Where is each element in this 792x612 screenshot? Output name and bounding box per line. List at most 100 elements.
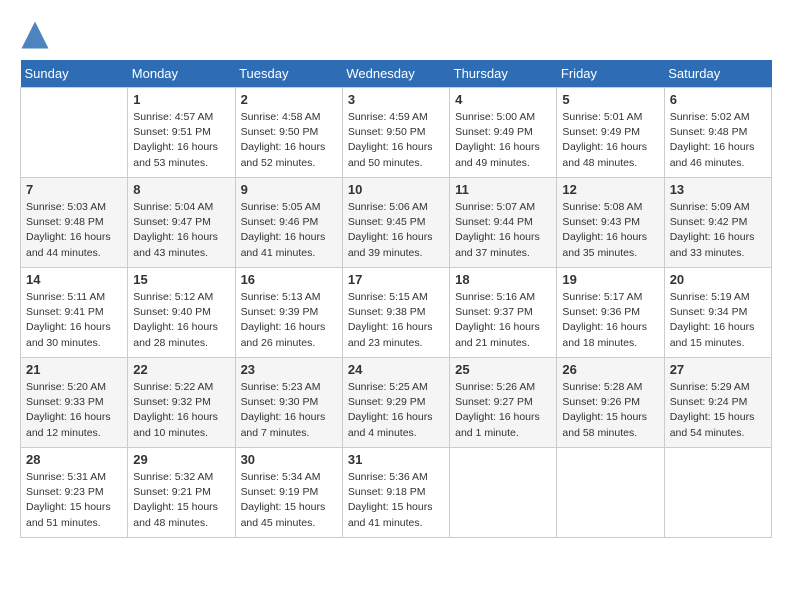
calendar-week-row: 7Sunrise: 5:03 AMSunset: 9:48 PMDaylight… [21, 178, 772, 268]
calendar-cell: 5 Sunrise: 5:01 AMSunset: 9:49 PMDaylight… [557, 88, 664, 178]
day-info: Sunrise: 5:15 AMSunset: 9:38 PMDaylight:… [348, 290, 444, 351]
day-number: 5 [562, 92, 658, 107]
day-info: Sunrise: 5:00 AMSunset: 9:49 PMDaylight:… [455, 110, 551, 171]
day-info: Sunrise: 5:07 AMSunset: 9:44 PMDaylight:… [455, 200, 551, 261]
day-info: Sunrise: 5:16 AMSunset: 9:37 PMDaylight:… [455, 290, 551, 351]
calendar-cell: 28Sunrise: 5:31 AMSunset: 9:23 PMDayligh… [21, 448, 128, 538]
calendar-header-row: SundayMondayTuesdayWednesdayThursdayFrid… [21, 60, 772, 88]
calendar-week-row: 28Sunrise: 5:31 AMSunset: 9:23 PMDayligh… [21, 448, 772, 538]
calendar-cell: 14 Sunrise: 5:11 AMSunset: 9:41 PMDayligh… [21, 268, 128, 358]
day-number: 27 [670, 362, 766, 377]
calendar-cell: 15Sunrise: 5:12 AMSunset: 9:40 PMDayligh… [128, 268, 235, 358]
day-number: 21 [26, 362, 122, 377]
day-info: Sunrise: 5:20 AMSunset: 9:33 PMDaylight:… [26, 380, 122, 441]
calendar-week-row: 21 Sunrise: 5:20 AMSunset: 9:33 PMDayligh… [21, 358, 772, 448]
day-number: 14 [26, 272, 122, 287]
calendar-cell: 12 Sunrise: 5:08 AMSunset: 9:43 PMDayligh… [557, 178, 664, 268]
calendar-cell: 13Sunrise: 5:09 AMSunset: 9:42 PMDayligh… [664, 178, 771, 268]
day-number: 24 [348, 362, 444, 377]
calendar-cell: 29 Sunrise: 5:32 AMSunset: 9:21 PMDayligh… [128, 448, 235, 538]
day-number: 17 [348, 272, 444, 287]
day-info: Sunrise: 5:36 AMSunset: 9:18 PMDaylight:… [348, 470, 444, 531]
day-info: Sunrise: 5:19 AMSunset: 9:34 PMDaylight:… [670, 290, 766, 351]
calendar-cell: 19 Sunrise: 5:17 AMSunset: 9:36 PMDayligh… [557, 268, 664, 358]
day-of-week-header: Thursday [450, 60, 557, 88]
day-info: Sunrise: 5:05 AMSunset: 9:46 PMDaylight:… [241, 200, 337, 261]
day-number: 10 [348, 182, 444, 197]
day-info: Sunrise: 5:01 AMSunset: 9:49 PMDaylight:… [562, 110, 658, 171]
day-info: Sunrise: 5:08 AMSunset: 9:43 PMDaylight:… [562, 200, 658, 261]
day-number: 8 [133, 182, 229, 197]
calendar-cell: 26 Sunrise: 5:28 AMSunset: 9:26 PMDayligh… [557, 358, 664, 448]
calendar-cell: 23Sunrise: 5:23 AMSunset: 9:30 PMDayligh… [235, 358, 342, 448]
day-number: 18 [455, 272, 551, 287]
day-info: Sunrise: 5:31 AMSunset: 9:23 PMDaylight:… [26, 470, 122, 531]
calendar-cell: 21 Sunrise: 5:20 AMSunset: 9:33 PMDayligh… [21, 358, 128, 448]
day-of-week-header: Wednesday [342, 60, 449, 88]
day-info: Sunrise: 5:23 AMSunset: 9:30 PMDaylight:… [241, 380, 337, 441]
day-info: Sunrise: 5:28 AMSunset: 9:26 PMDaylight:… [562, 380, 658, 441]
calendar-cell: 6Sunrise: 5:02 AMSunset: 9:48 PMDaylight… [664, 88, 771, 178]
day-of-week-header: Friday [557, 60, 664, 88]
day-number: 25 [455, 362, 551, 377]
day-number: 16 [241, 272, 337, 287]
day-number: 2 [241, 92, 337, 107]
day-number: 13 [670, 182, 766, 197]
calendar-cell: 10 Sunrise: 5:06 AMSunset: 9:45 PMDayligh… [342, 178, 449, 268]
day-number: 3 [348, 92, 444, 107]
day-info: Sunrise: 5:32 AMSunset: 9:21 PMDaylight:… [133, 470, 229, 531]
calendar-cell: 31 Sunrise: 5:36 AMSunset: 9:18 PMDayligh… [342, 448, 449, 538]
day-info: Sunrise: 5:11 AMSunset: 9:41 PMDaylight:… [26, 290, 122, 351]
day-number: 19 [562, 272, 658, 287]
calendar-cell: 7Sunrise: 5:03 AMSunset: 9:48 PMDaylight… [21, 178, 128, 268]
day-info: Sunrise: 5:06 AMSunset: 9:45 PMDaylight:… [348, 200, 444, 261]
logo [20, 20, 52, 50]
day-info: Sunrise: 5:04 AMSunset: 9:47 PMDaylight:… [133, 200, 229, 261]
day-of-week-header: Sunday [21, 60, 128, 88]
day-info: Sunrise: 5:03 AMSunset: 9:48 PMDaylight:… [26, 200, 122, 261]
calendar-cell: 20 Sunrise: 5:19 AMSunset: 9:34 PMDayligh… [664, 268, 771, 358]
page-header [20, 20, 772, 50]
calendar-cell: 8 Sunrise: 5:04 AMSunset: 9:47 PMDaylight… [128, 178, 235, 268]
logo-icon [20, 20, 50, 50]
day-info: Sunrise: 4:58 AMSunset: 9:50 PMDaylight:… [241, 110, 337, 171]
calendar-table: SundayMondayTuesdayWednesdayThursdayFrid… [20, 60, 772, 538]
day-number: 20 [670, 272, 766, 287]
day-of-week-header: Tuesday [235, 60, 342, 88]
day-number: 12 [562, 182, 658, 197]
day-info: Sunrise: 4:59 AMSunset: 9:50 PMDaylight:… [348, 110, 444, 171]
day-info: Sunrise: 5:13 AMSunset: 9:39 PMDaylight:… [241, 290, 337, 351]
day-info: Sunrise: 5:17 AMSunset: 9:36 PMDaylight:… [562, 290, 658, 351]
calendar-cell: 25 Sunrise: 5:26 AMSunset: 9:27 PMDayligh… [450, 358, 557, 448]
day-number: 26 [562, 362, 658, 377]
calendar-cell: 1 Sunrise: 4:57 AMSunset: 9:51 PMDaylight… [128, 88, 235, 178]
day-info: Sunrise: 5:25 AMSunset: 9:29 PMDaylight:… [348, 380, 444, 441]
calendar-cell: 9 Sunrise: 5:05 AMSunset: 9:46 PMDaylight… [235, 178, 342, 268]
day-of-week-header: Saturday [664, 60, 771, 88]
calendar-cell: 3 Sunrise: 4:59 AMSunset: 9:50 PMDaylight… [342, 88, 449, 178]
day-of-week-header: Monday [128, 60, 235, 88]
calendar-cell [557, 448, 664, 538]
calendar-cell: 11 Sunrise: 5:07 AMSunset: 9:44 PMDayligh… [450, 178, 557, 268]
calendar-cell: 4 Sunrise: 5:00 AMSunset: 9:49 PMDaylight… [450, 88, 557, 178]
day-info: Sunrise: 5:29 AMSunset: 9:24 PMDaylight:… [670, 380, 766, 441]
calendar-cell: 17 Sunrise: 5:15 AMSunset: 9:38 PMDayligh… [342, 268, 449, 358]
day-info: Sunrise: 5:26 AMSunset: 9:27 PMDaylight:… [455, 380, 551, 441]
calendar-cell: 18 Sunrise: 5:16 AMSunset: 9:37 PMDayligh… [450, 268, 557, 358]
day-info: Sunrise: 4:57 AMSunset: 9:51 PMDaylight:… [133, 110, 229, 171]
calendar-cell: 2 Sunrise: 4:58 AMSunset: 9:50 PMDaylight… [235, 88, 342, 178]
calendar-cell: 22 Sunrise: 5:22 AMSunset: 9:32 PMDayligh… [128, 358, 235, 448]
day-number: 11 [455, 182, 551, 197]
calendar-cell: 27 Sunrise: 5:29 AMSunset: 9:24 PMDayligh… [664, 358, 771, 448]
day-number: 30 [241, 452, 337, 467]
calendar-week-row: 14 Sunrise: 5:11 AMSunset: 9:41 PMDayligh… [21, 268, 772, 358]
calendar-cell: 16 Sunrise: 5:13 AMSunset: 9:39 PMDayligh… [235, 268, 342, 358]
day-number: 1 [133, 92, 229, 107]
day-number: 29 [133, 452, 229, 467]
day-number: 4 [455, 92, 551, 107]
day-info: Sunrise: 5:22 AMSunset: 9:32 PMDaylight:… [133, 380, 229, 441]
day-number: 9 [241, 182, 337, 197]
day-info: Sunrise: 5:34 AMSunset: 9:19 PMDaylight:… [241, 470, 337, 531]
day-number: 22 [133, 362, 229, 377]
day-number: 31 [348, 452, 444, 467]
